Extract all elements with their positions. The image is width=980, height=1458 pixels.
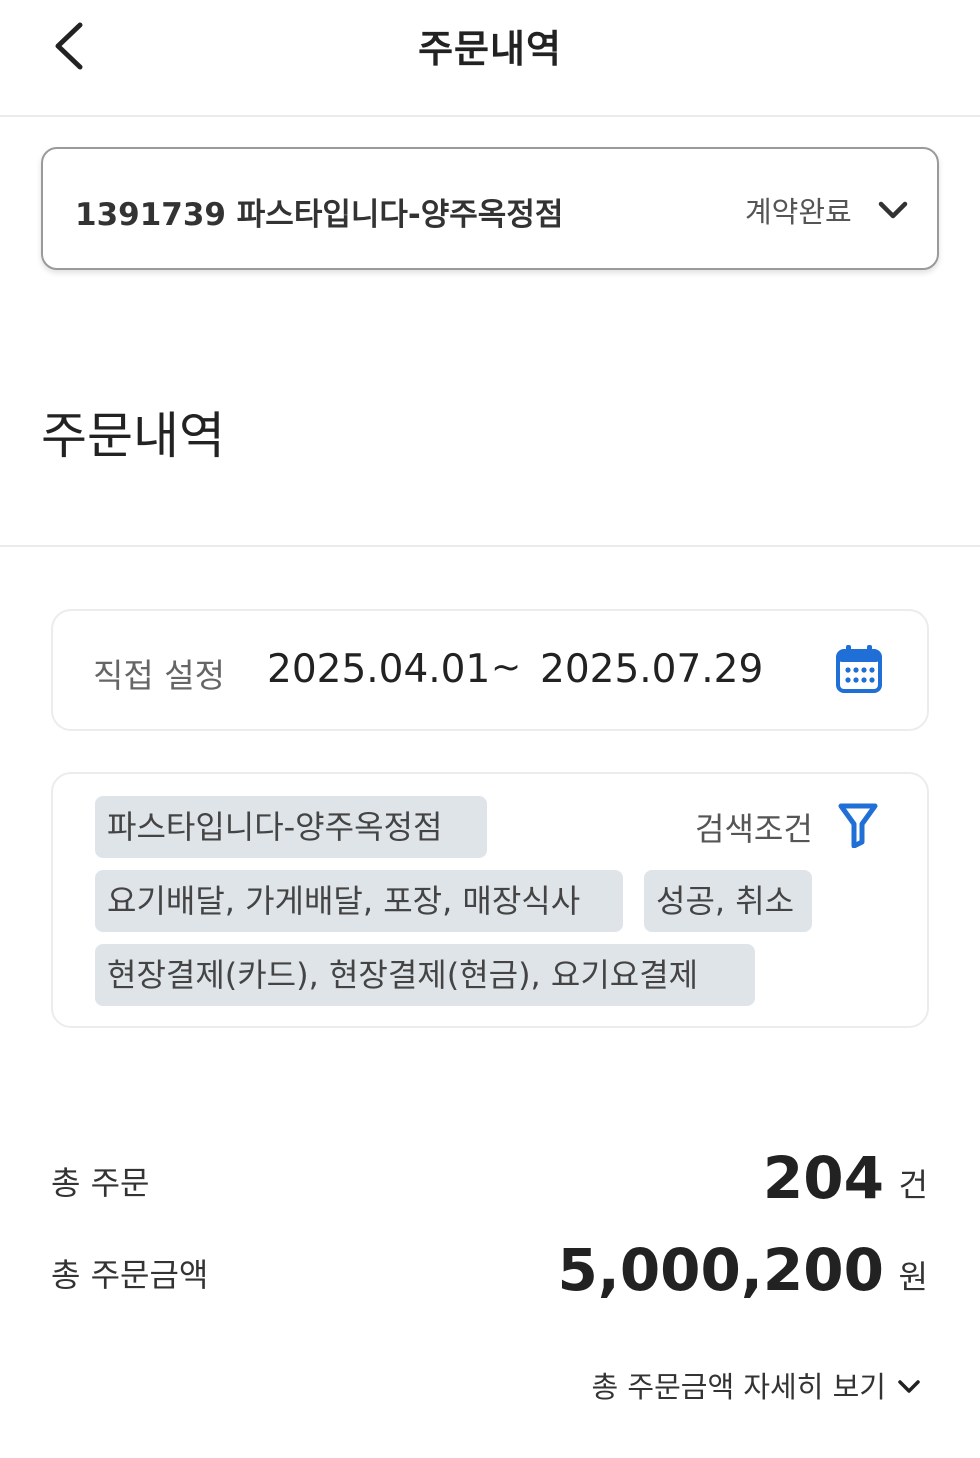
date-range-picker[interactable]: 직접 설정 2025.04.01 ~ 2025.07.29 [51,609,929,731]
search-condition-label: 검색조건 [695,810,813,848]
filter-chip-order-state: 성공, 취소 [644,870,812,932]
total-amount-unit: 원 [898,1258,928,1296]
date-end: 2025.07.29 [540,647,764,692]
date-start: 2025.04.01 [267,647,491,692]
filter-icon[interactable] [837,802,879,848]
store-selector[interactable]: 1391739 파스타입니다-양주옥정점 계약완료 [41,147,939,270]
filter-chip-store: 파스타입니다-양주옥정점 [95,796,487,858]
total-amount-value: 5,000,200 [557,1236,884,1304]
date-separator: ~ [491,647,522,688]
date-mode-label: 직접 설정 [93,656,225,695]
section-divider [0,545,980,547]
section-title: 주문내역 [41,407,225,465]
filter-chip-order-type: 요기배달, 가게배달, 포장, 매장식사 [95,870,623,932]
total-orders-label: 총 주문 [51,1164,150,1202]
app-header: 주문내역 [0,0,980,117]
page-title: 주문내역 [418,27,562,71]
total-orders-unit: 건 [898,1166,928,1204]
search-filter-box[interactable]: 파스타입니다-양주옥정점 요기배달, 가게배달, 포장, 매장식사 성공, 취소… [51,772,929,1028]
amount-detail-link[interactable]: 총 주문금액 자세히 보기 [592,1364,886,1406]
total-amount-label: 총 주문금액 [51,1256,209,1294]
chevron-down-icon[interactable] [896,1376,922,1398]
calendar-icon[interactable] [835,643,883,695]
total-orders-value: 204 [762,1144,884,1212]
filter-chip-payment: 현장결제(카드), 현장결제(현금), 요기요결제 [95,944,755,1006]
chevron-down-icon [878,201,908,219]
contract-status: 계약완료 [745,195,852,229]
store-name: 1391739 파스타입니다-양주옥정점 [75,197,564,233]
